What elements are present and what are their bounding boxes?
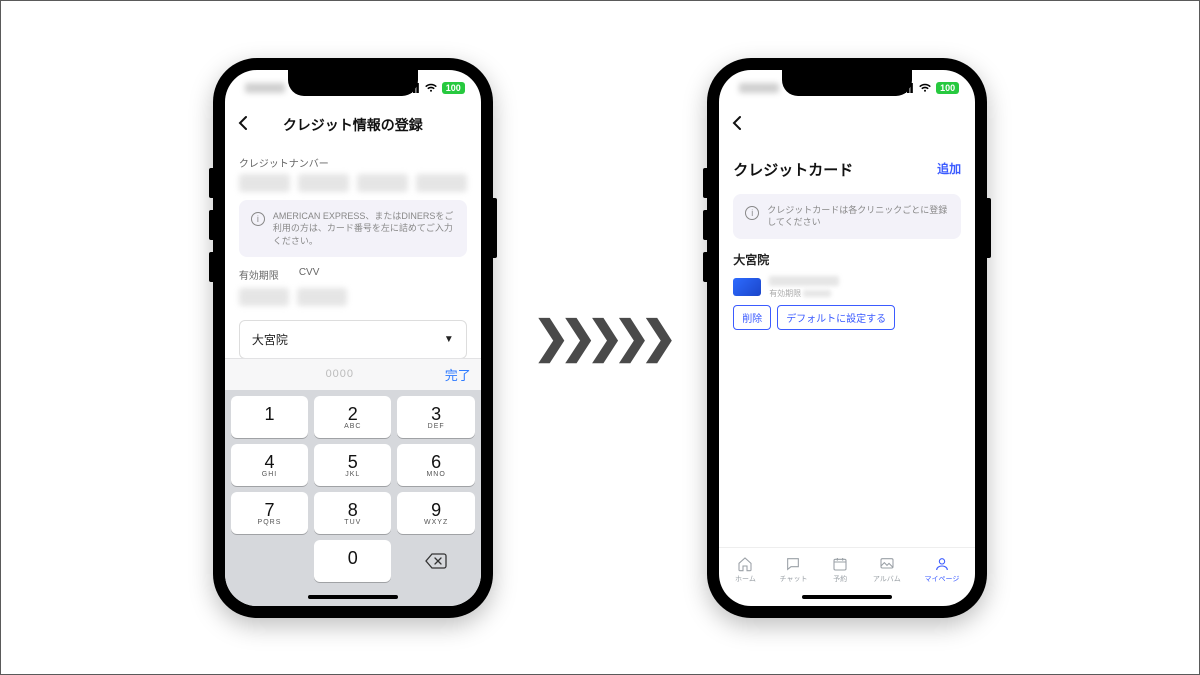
- keyboard-done-button[interactable]: 完了: [445, 365, 471, 384]
- album-icon: [878, 556, 896, 572]
- card-segment-2: [298, 174, 349, 192]
- card-number-label: クレジットナンバー: [239, 155, 467, 170]
- bottom-tab-bar: ホーム チャット 予約 アルバム マイページ: [719, 547, 975, 588]
- user-icon: [933, 556, 951, 572]
- canvas: 100 クレジット情報の登録 クレジットナンバー: [0, 0, 1200, 675]
- keypad-delete[interactable]: [397, 540, 474, 582]
- wifi-icon: [424, 83, 438, 93]
- clinic-section-title: 大宮院: [733, 251, 961, 268]
- keypad-3[interactable]: 3DEF: [397, 396, 474, 438]
- backspace-icon: [425, 553, 447, 569]
- keypad-8[interactable]: 8TUV: [314, 492, 391, 534]
- chevron-left-icon: [731, 115, 743, 131]
- chevron-right-icon: ❯: [613, 312, 640, 363]
- keypad-0[interactable]: 0: [314, 540, 391, 582]
- tab-アルバム[interactable]: アルバム: [869, 554, 905, 586]
- calendar-icon: [831, 556, 849, 572]
- keypad-4[interactable]: 4GHI: [231, 444, 308, 486]
- card-brand-icon: [733, 278, 761, 296]
- nav-header: クレジット情報の登録: [225, 106, 481, 149]
- tab-label: アルバム: [873, 574, 901, 584]
- tab-予約[interactable]: 予約: [827, 554, 853, 586]
- tab-label: ホーム: [735, 574, 756, 584]
- keypad-blank: [231, 540, 308, 582]
- status-time-blurred: [739, 83, 779, 93]
- expiry-label: 有効期限: [239, 267, 279, 282]
- home-indicator[interactable]: [225, 588, 481, 606]
- back-button[interactable]: [237, 110, 257, 141]
- info-note: i クレジットカードは各クリニックごとに登録してください: [733, 194, 961, 239]
- battery-badge: 100: [936, 82, 959, 94]
- phone-2-frame: 100 クレジットカード 追加 i クレジットカードは各クリニックごとに登録して…: [707, 58, 987, 618]
- expiry-cvv-row: 有効期限 CVV: [239, 267, 467, 282]
- card-expiry-prefix: 有効期限: [769, 289, 801, 298]
- info-text: クレジットカードは各クリニックごとに登録してください: [767, 204, 949, 229]
- nav-header: [719, 106, 975, 149]
- set-default-button[interactable]: デフォルトに設定する: [777, 305, 895, 330]
- tab-label: 予約: [833, 574, 847, 584]
- keypad-9[interactable]: 9WXYZ: [397, 492, 474, 534]
- keypad-6[interactable]: 6MNO: [397, 444, 474, 486]
- clinic-select[interactable]: 大宮院 ▼: [239, 320, 467, 357]
- numeric-keypad: 1 2ABC3DEF 4GHI5JKL6MNO 7PQRS8TUV9WXYZ0: [225, 390, 481, 588]
- keyboard-accessory: 0000 完了: [225, 358, 481, 390]
- card-segment-4: [416, 174, 467, 192]
- tab-チャット[interactable]: チャット: [776, 554, 812, 586]
- transition-arrows: ❯ ❯ ❯ ❯ ❯: [533, 312, 667, 363]
- battery-badge: 100: [442, 82, 465, 94]
- content-area: クレジットナンバー i AMERICAN EXPRESS、またはDINERSをご…: [225, 149, 481, 358]
- chevron-right-icon: ❯: [640, 312, 667, 363]
- tab-マイページ[interactable]: マイページ: [920, 554, 963, 586]
- clinic-select-value: 大宮院: [252, 331, 288, 348]
- chevron-down-icon: ▼: [444, 334, 454, 345]
- tab-label: チャット: [780, 574, 808, 584]
- card-info: 有効期限: [769, 276, 961, 299]
- keypad-2[interactable]: 2ABC: [314, 396, 391, 438]
- page-title: クレジットカード: [733, 159, 853, 180]
- chevron-left-icon: [237, 115, 249, 131]
- keypad-5[interactable]: 5JKL: [314, 444, 391, 486]
- info-text: AMERICAN EXPRESS、またはDINERSをご利用の方は、カード番号を…: [273, 210, 455, 248]
- tab-ホーム[interactable]: ホーム: [731, 554, 760, 586]
- notch: [782, 70, 912, 96]
- notch: [288, 70, 418, 96]
- card-number-masked: [769, 276, 839, 286]
- phone-1-screen: 100 クレジット情報の登録 クレジットナンバー: [225, 70, 481, 606]
- phone-2-screen: 100 クレジットカード 追加 i クレジットカードは各クリニックごとに登録して…: [719, 70, 975, 606]
- wifi-icon: [918, 83, 932, 93]
- back-button[interactable]: [731, 110, 751, 141]
- card-row: 有効期限: [733, 276, 961, 299]
- card-actions: 削除 デフォルトに設定する: [733, 305, 961, 330]
- chat-icon: [784, 556, 802, 572]
- cvv-label: CVV: [299, 267, 320, 282]
- page-title: クレジット情報の登録: [257, 115, 449, 135]
- content-area: クレジットカード 追加 i クレジットカードは各クリニックごとに登録してください…: [719, 149, 975, 547]
- info-icon: i: [251, 212, 265, 226]
- home-icon: [736, 556, 754, 572]
- delete-card-button[interactable]: 削除: [733, 305, 771, 330]
- card-expiry-value-blurred: [803, 290, 831, 297]
- card-segment-1: [239, 174, 290, 192]
- card-number-input-row[interactable]: [239, 174, 467, 192]
- keypad-7[interactable]: 7PQRS: [231, 492, 308, 534]
- chevron-right-icon: ❯: [587, 312, 614, 363]
- info-note: i AMERICAN EXPRESS、またはDINERSをご利用の方は、カード番…: [239, 200, 467, 258]
- card-segment-3: [357, 174, 408, 192]
- home-indicator[interactable]: [719, 588, 975, 606]
- chevron-right-icon: ❯: [560, 312, 587, 363]
- tab-label: マイページ: [924, 574, 959, 584]
- keypad-1[interactable]: 1: [231, 396, 308, 438]
- add-card-button[interactable]: 追加: [929, 156, 961, 181]
- status-time-blurred: [245, 83, 285, 93]
- card-expiry-line: 有効期限: [769, 288, 961, 299]
- phone-1-frame: 100 クレジット情報の登録 クレジットナンバー: [213, 58, 493, 618]
- chevron-right-icon: ❯: [533, 312, 560, 363]
- info-icon: i: [745, 206, 759, 220]
- expiry-input-blurred[interactable]: [239, 288, 289, 306]
- keyboard-field-placeholder: 0000: [235, 368, 445, 380]
- cvv-input-blurred[interactable]: [297, 288, 347, 306]
